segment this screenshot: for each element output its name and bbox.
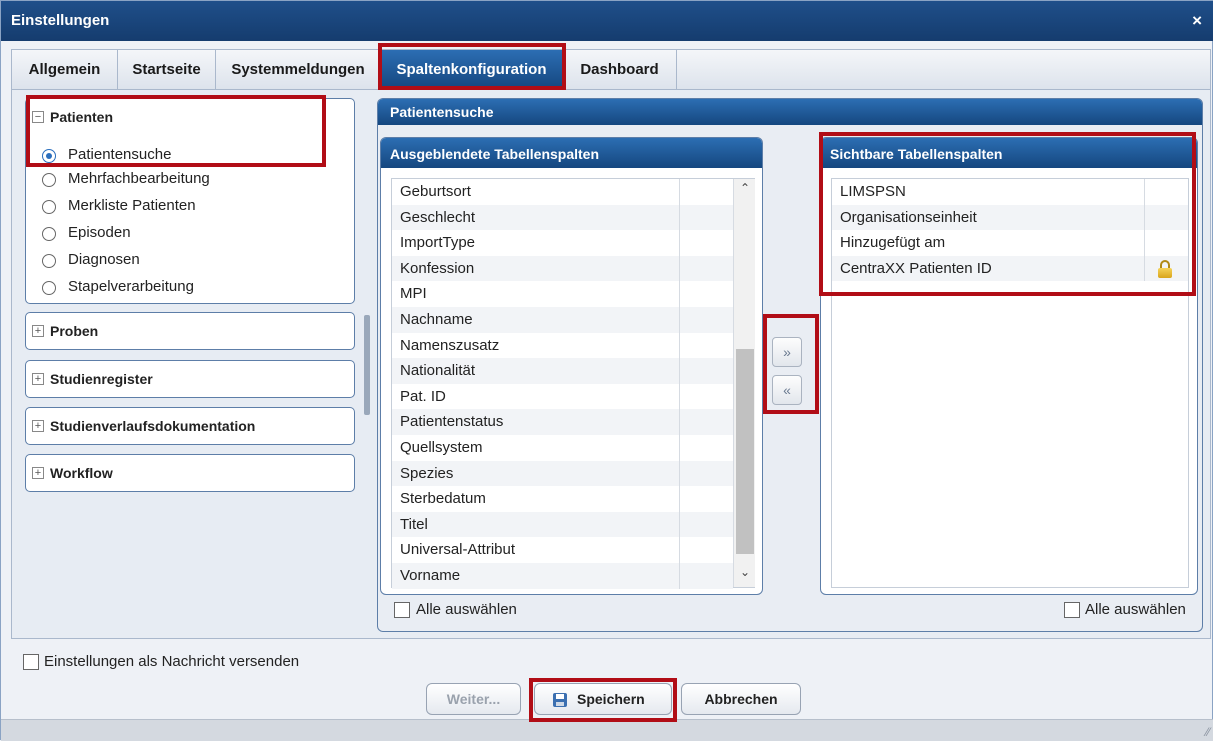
accordion-label: Studienverlaufsdokumentation xyxy=(50,418,256,434)
visible-columns-header: Sichtbare Tabellenspalten xyxy=(821,138,1197,168)
tab-spaltenkonfiguration[interactable]: Spaltenkonfiguration xyxy=(381,50,563,89)
radio-icon[interactable] xyxy=(42,173,56,187)
hidden-list-scrollbar[interactable]: ⌃ ⌄ xyxy=(733,179,755,587)
hidden-columns-header: Ausgeblendete Tabellenspalten xyxy=(381,138,762,168)
list-item[interactable]: LIMSPSN xyxy=(832,179,1188,205)
accordion-label: Workflow xyxy=(50,465,113,481)
accordion-label: Studienregister xyxy=(50,371,153,387)
tab-systemmeldungen[interactable]: Systemmeldungen xyxy=(216,50,381,89)
accordion-studienverlaufsdokumentation[interactable]: + Studienverlaufsdokumentation xyxy=(25,407,355,445)
list-item[interactable]: Patientenstatus xyxy=(392,409,733,435)
resize-grip-icon[interactable]: ⁄⁄ xyxy=(1206,725,1210,739)
status-bar: ⁄⁄ xyxy=(1,719,1213,741)
visible-columns-panel: Sichtbare Tabellenspalten LIMSPSN Organi… xyxy=(820,137,1198,595)
visible-columns-title: Sichtbare Tabellenspalten xyxy=(830,146,1003,162)
scroll-thumb[interactable] xyxy=(736,349,754,554)
select-all-hidden-checkbox[interactable] xyxy=(394,602,410,618)
list-item[interactable]: Geschlecht xyxy=(392,204,733,231)
radio-icon[interactable] xyxy=(42,281,56,295)
list-item[interactable]: Quellsystem xyxy=(392,435,733,461)
expand-icon[interactable]: + xyxy=(32,325,44,337)
radio-label: Stapelverarbeitung xyxy=(68,278,194,295)
list-item[interactable]: Konfession xyxy=(392,255,733,282)
radio-label: Episoden xyxy=(68,224,131,241)
list-item[interactable]: Vorname xyxy=(392,563,733,589)
select-all-hidden-label: Alle auswählen xyxy=(416,601,517,618)
close-icon[interactable]: × xyxy=(1192,11,1202,31)
accordion-header-proben[interactable]: + Proben xyxy=(26,313,354,349)
settings-dialog: Einstellungen × Allgemein Startseite Sys… xyxy=(0,0,1213,741)
radio-icon[interactable] xyxy=(42,227,56,241)
accordion-header-studienregister[interactable]: + Studienregister xyxy=(26,361,354,397)
send-as-message-label: Einstellungen als Nachricht versenden xyxy=(44,653,300,670)
move-right-button[interactable]: » xyxy=(772,337,802,367)
accordion-header-workflow[interactable]: + Workflow xyxy=(26,455,354,491)
list-item[interactable]: Nationalität xyxy=(392,358,733,384)
visible-columns-list[interactable]: LIMSPSN Organisationseinheit Hinzugefügt… xyxy=(831,178,1189,588)
accordion-workflow[interactable]: + Workflow xyxy=(25,454,355,492)
collapse-icon[interactable]: − xyxy=(32,111,44,123)
scroll-down-icon[interactable]: ⌄ xyxy=(734,565,756,583)
list-item[interactable]: Hinzugefügt am xyxy=(832,230,1188,256)
accordion-header-patienten[interactable]: − Patienten xyxy=(26,99,354,135)
tab-content: − Patienten Patientensuche Mehrfachbearb… xyxy=(11,89,1211,639)
splitter-handle[interactable] xyxy=(364,315,370,415)
accordion-proben[interactable]: + Proben xyxy=(25,312,355,350)
list-item[interactable]: Spezies xyxy=(392,460,733,487)
list-item[interactable]: Nachname xyxy=(392,307,733,333)
cancel-button[interactable]: Abbrechen xyxy=(681,683,801,715)
save-button-label: Speichern xyxy=(577,691,645,707)
list-item[interactable]: MPI xyxy=(392,281,733,307)
accordion-studienregister[interactable]: + Studienregister xyxy=(25,360,355,398)
list-item[interactable]: ImportType xyxy=(392,230,733,256)
lock-icon xyxy=(1158,259,1172,278)
next-button[interactable]: Weiter... xyxy=(426,683,521,715)
radio-icon[interactable] xyxy=(42,254,56,268)
radio-label: Diagnosen xyxy=(68,251,140,268)
hidden-columns-title: Ausgeblendete Tabellenspalten xyxy=(390,146,600,162)
radio-label: Patientensuche xyxy=(68,146,172,163)
accordion-label: Proben xyxy=(50,323,99,339)
expand-icon[interactable]: + xyxy=(32,420,44,432)
tab-startseite[interactable]: Startseite xyxy=(118,50,216,89)
radio-checked-icon[interactable] xyxy=(42,149,56,163)
tab-dashboard[interactable]: Dashboard xyxy=(563,50,677,89)
expand-icon[interactable]: + xyxy=(32,467,44,479)
list-item[interactable]: Geburtsort xyxy=(392,179,733,205)
accordion-patienten: − Patienten Patientensuche Mehrfachbearb… xyxy=(25,98,355,304)
accordion-header-studienverlaufsdokumentation[interactable]: + Studienverlaufsdokumentation xyxy=(26,408,354,444)
radio-icon[interactable] xyxy=(42,200,56,214)
hidden-columns-list[interactable]: Geburtsort Geschlecht ImportType Konfess… xyxy=(391,178,755,589)
radio-label: Mehrfachbearbeitung xyxy=(68,170,210,187)
list-item[interactable]: Organisationseinheit xyxy=(832,204,1188,231)
list-item[interactable]: Sterbedatum xyxy=(392,486,733,512)
select-all-visible-checkbox[interactable] xyxy=(1064,602,1080,618)
panel-title: Patientensuche xyxy=(390,104,494,120)
save-button[interactable]: Speichern xyxy=(534,683,672,715)
hidden-columns-panel: Ausgeblendete Tabellenspalten Geburtsort… xyxy=(380,137,763,595)
move-left-button[interactable]: « xyxy=(772,375,802,405)
list-item[interactable]: Pat. ID xyxy=(392,383,733,410)
patientensuche-panel: Patientensuche Ausgeblendete Tabellenspa… xyxy=(377,98,1203,632)
send-as-message-checkbox[interactable] xyxy=(23,654,39,670)
panel-header: Patientensuche xyxy=(378,99,1202,125)
accordion-label: Patienten xyxy=(50,109,114,125)
list-item[interactable]: Titel xyxy=(392,511,733,538)
tab-strip: Allgemein Startseite Systemmeldungen Spa… xyxy=(11,49,1211,89)
list-item[interactable]: Namenszusatz xyxy=(392,332,733,359)
radio-label: Merkliste Patienten xyxy=(68,197,196,214)
title-bar: Einstellungen × xyxy=(1,1,1213,41)
list-item[interactable]: Universal-Attribut xyxy=(392,537,733,563)
select-all-visible-label: Alle auswählen xyxy=(1085,601,1186,618)
dialog-title: Einstellungen xyxy=(11,12,110,29)
save-disk-icon xyxy=(553,693,567,707)
list-item[interactable]: CentraXX Patienten ID xyxy=(832,255,1188,282)
expand-icon[interactable]: + xyxy=(32,373,44,385)
tab-allgemein[interactable]: Allgemein xyxy=(12,50,118,89)
scroll-up-icon[interactable]: ⌃ xyxy=(734,181,756,199)
